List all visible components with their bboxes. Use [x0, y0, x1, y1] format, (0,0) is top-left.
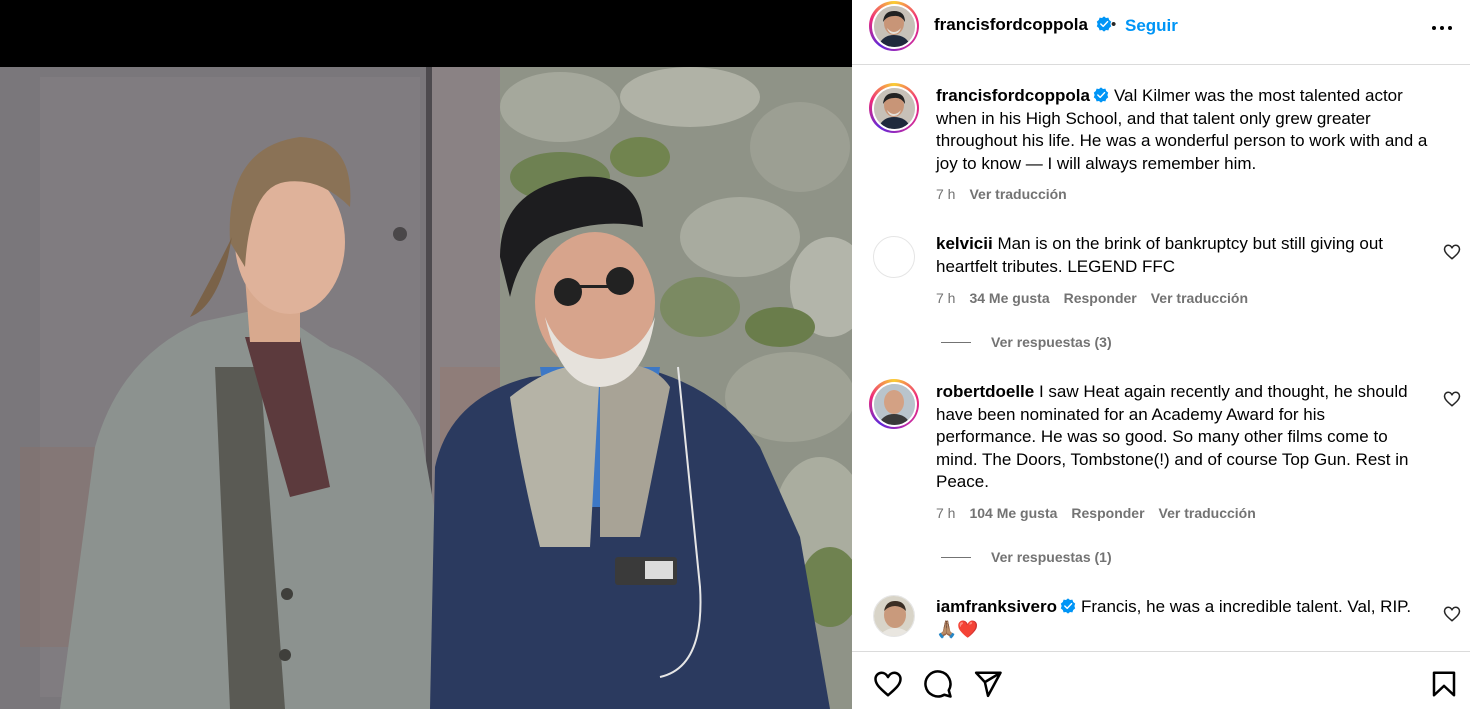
story-ring[interactable]	[869, 83, 919, 133]
avatar[interactable]	[873, 236, 915, 278]
more-options-icon[interactable]	[1430, 18, 1454, 38]
comment-text: robertdoelle I saw Heat again recently a…	[936, 381, 1426, 494]
caption-username[interactable]: francisfordcoppola	[936, 86, 1090, 105]
timestamp[interactable]: 7 h	[936, 505, 955, 521]
view-replies-button[interactable]: Ver respuestas (3)	[941, 334, 1112, 350]
bookmark-icon[interactable]	[1429, 669, 1459, 699]
translate-link[interactable]: Ver traducción	[1159, 505, 1256, 521]
separator-dot: •	[1111, 16, 1117, 33]
avatar	[873, 87, 915, 129]
verified-badge-icon	[1093, 87, 1109, 103]
avatar	[873, 383, 915, 425]
post-sidebar: francisfordcoppola • Seguir francisfordc…	[852, 0, 1470, 709]
comment-text: kelvicii Man is on the brink of bankrupt…	[936, 233, 1426, 278]
comment-body: Francis, he was a incredible talent. Val…	[1080, 597, 1412, 616]
translate-link[interactable]: Ver traducción	[1151, 290, 1248, 306]
post-media	[0, 0, 852, 709]
comment-item: kelvicii Man is on the brink of bankrupt…	[852, 232, 1470, 352]
post-author[interactable]: francisfordcoppola	[934, 15, 1112, 35]
post-header: francisfordcoppola • Seguir	[852, 0, 1470, 65]
comment-username[interactable]: iamfranksivero	[936, 597, 1057, 616]
heart-icon[interactable]	[1443, 605, 1461, 623]
view-replies-button[interactable]: Ver respuestas (1)	[941, 549, 1112, 565]
reply-button[interactable]: Responder	[1071, 505, 1144, 521]
avatar[interactable]	[873, 595, 915, 637]
comment-emoji: 🙏🏽❤️	[936, 619, 979, 639]
share-icon[interactable]	[973, 669, 1003, 699]
heart-icon[interactable]	[1443, 243, 1461, 261]
replies-divider	[941, 341, 971, 343]
comments-list[interactable]: francisfordcoppola Val Kilmer was the mos…	[852, 66, 1470, 651]
view-replies-label: Ver respuestas (3)	[991, 334, 1112, 350]
comment-item: robertdoelle I saw Heat again recently a…	[852, 379, 1470, 569]
comment-meta: 7 h 104 Me gusta Responder Ver traducció…	[936, 505, 1256, 521]
avatar	[873, 5, 915, 47]
post-actions	[852, 651, 1470, 709]
translate-link[interactable]: Ver traducción	[969, 186, 1066, 202]
like-count[interactable]: 34 Me gusta	[969, 290, 1049, 306]
comment-username[interactable]: robertdoelle	[936, 382, 1034, 401]
like-count[interactable]: 104 Me gusta	[969, 505, 1057, 521]
comment-body: Man is on the brink of bankruptcy but st…	[936, 234, 1383, 276]
heart-icon[interactable]	[873, 669, 903, 699]
comment-icon[interactable]	[923, 669, 953, 699]
caption-text: francisfordcoppola Val Kilmer was the mos…	[936, 85, 1436, 175]
story-ring[interactable]	[869, 1, 919, 51]
replies-divider	[941, 556, 971, 558]
timestamp[interactable]: 7 h	[936, 186, 955, 202]
comment-text: iamfranksivero Francis, he was a incredib…	[936, 596, 1426, 641]
heart-icon[interactable]	[1443, 390, 1461, 408]
caption-meta: 7 h Ver traducción	[936, 186, 1067, 202]
story-ring[interactable]	[869, 379, 919, 429]
comment-item: iamfranksivero Francis, he was a incredib…	[852, 594, 1470, 651]
comment-meta: 7 h 34 Me gusta Responder Ver traducción	[936, 290, 1248, 306]
follow-button[interactable]: Seguir	[1125, 16, 1178, 36]
post-caption: francisfordcoppola Val Kilmer was the mos…	[852, 83, 1470, 208]
timestamp[interactable]: 7 h	[936, 290, 955, 306]
reply-button[interactable]: Responder	[1064, 290, 1137, 306]
comment-username[interactable]: kelvicii	[936, 234, 993, 253]
view-replies-label: Ver respuestas (1)	[991, 549, 1112, 565]
verified-badge-icon	[1060, 598, 1076, 614]
verified-badge-icon	[1096, 16, 1111, 32]
post-photo[interactable]	[0, 67, 852, 709]
